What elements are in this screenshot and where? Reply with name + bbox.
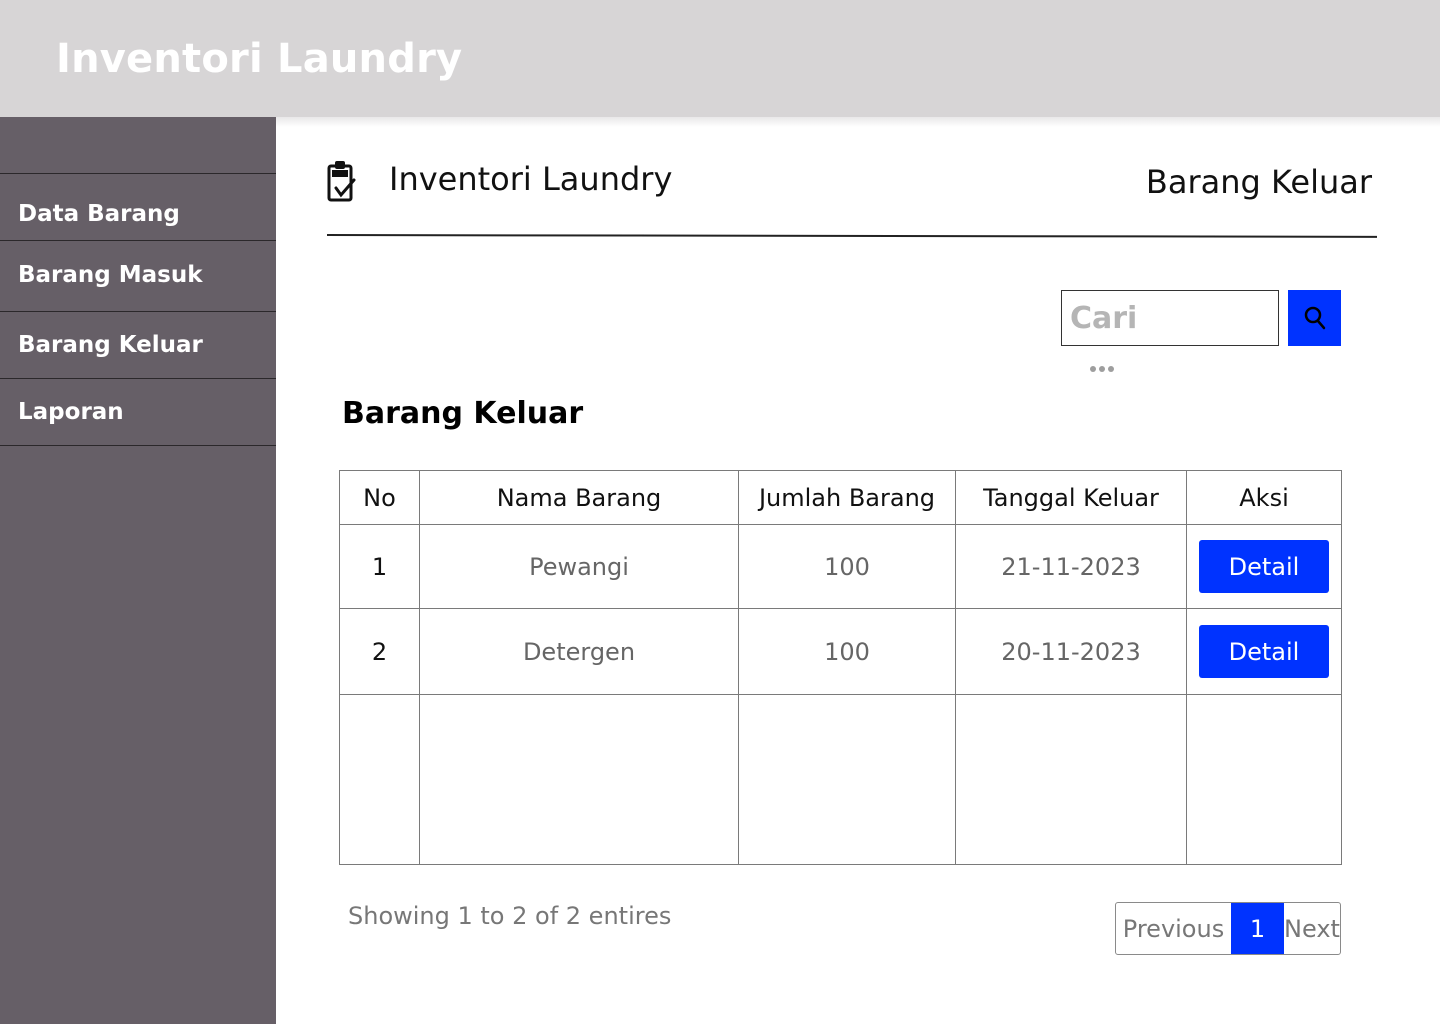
search-icon	[1304, 306, 1325, 330]
empty-cell	[1186, 694, 1342, 865]
page-heading: Barang Keluar	[1145, 163, 1372, 201]
cell-aksi: Detail	[1186, 524, 1342, 609]
sidebar-item-barang-keluar[interactable]: Barang Keluar	[18, 332, 203, 358]
sidebar-divider	[0, 173, 276, 174]
barang-keluar-table: No Nama Barang Jumlah Barang Tanggal Kel…	[339, 470, 1342, 865]
header-tanggal-keluar: Tanggal Keluar	[955, 470, 1187, 525]
table-row: 1 Pewangi 100 21-11-2023 Detail	[339, 524, 1342, 609]
sidebar-item-data-barang[interactable]: Data Barang	[18, 201, 180, 227]
brand-name: Inventori Laundry	[389, 160, 673, 198]
cell-tanggal-keluar: 21-11-2023	[955, 524, 1187, 609]
cell-no: 1	[339, 524, 420, 609]
cell-nama-barang: Detergen	[419, 608, 739, 695]
pagination-next-button[interactable]: Next	[1284, 903, 1340, 954]
table-header-row: No Nama Barang Jumlah Barang Tanggal Kel…	[339, 470, 1342, 525]
empty-cell	[339, 694, 420, 865]
cell-nama-barang: Pewangi	[419, 524, 739, 609]
sidebar-divider	[0, 445, 276, 446]
pagination: Previous 1 Next	[1115, 902, 1341, 955]
header-aksi: Aksi	[1186, 470, 1342, 525]
cell-no: 2	[339, 608, 420, 695]
header-divider	[326, 234, 1378, 238]
search-button[interactable]	[1288, 290, 1341, 346]
cell-aksi: Detail	[1186, 608, 1342, 695]
header-nama-barang: Nama Barang	[419, 470, 739, 525]
sidebar-item-barang-masuk[interactable]: Barang Masuk	[18, 262, 203, 288]
cell-tanggal-keluar: 20-11-2023	[955, 608, 1187, 695]
cell-jumlah-barang: 100	[738, 524, 956, 609]
header-no: No	[339, 470, 420, 525]
empty-cell	[419, 694, 739, 865]
cell-jumlah-barang: 100	[738, 608, 956, 695]
content-top-shadow	[276, 117, 1440, 127]
detail-button[interactable]: Detail	[1199, 625, 1329, 678]
section-title: Barang Keluar	[342, 396, 584, 431]
sidebar: Data Barang Barang Masuk Barang Keluar L…	[0, 117, 276, 1024]
table-row: 2 Detergen 100 20-11-2023 Detail	[339, 608, 1342, 695]
sidebar-item-laporan[interactable]: Laporan	[18, 399, 124, 425]
showing-entries-text: Showing 1 to 2 of 2 entires	[348, 902, 672, 930]
pagination-previous-button[interactable]: Previous	[1116, 903, 1231, 954]
clipboard-check-icon	[327, 161, 356, 202]
empty-cell	[738, 694, 956, 865]
sidebar-divider	[0, 311, 276, 312]
sidebar-divider	[0, 240, 276, 241]
app-title: Inventori Laundry	[56, 36, 463, 82]
search-input[interactable]	[1061, 290, 1279, 346]
pagination-page-1[interactable]: 1	[1231, 903, 1284, 954]
table-row-empty	[339, 694, 1342, 865]
empty-cell	[955, 694, 1187, 865]
header-jumlah-barang: Jumlah Barang	[738, 470, 956, 525]
top-bar: Inventori Laundry	[0, 0, 1440, 117]
sidebar-divider	[0, 378, 276, 379]
detail-button[interactable]: Detail	[1199, 540, 1329, 593]
more-dots-icon	[1090, 366, 1114, 372]
